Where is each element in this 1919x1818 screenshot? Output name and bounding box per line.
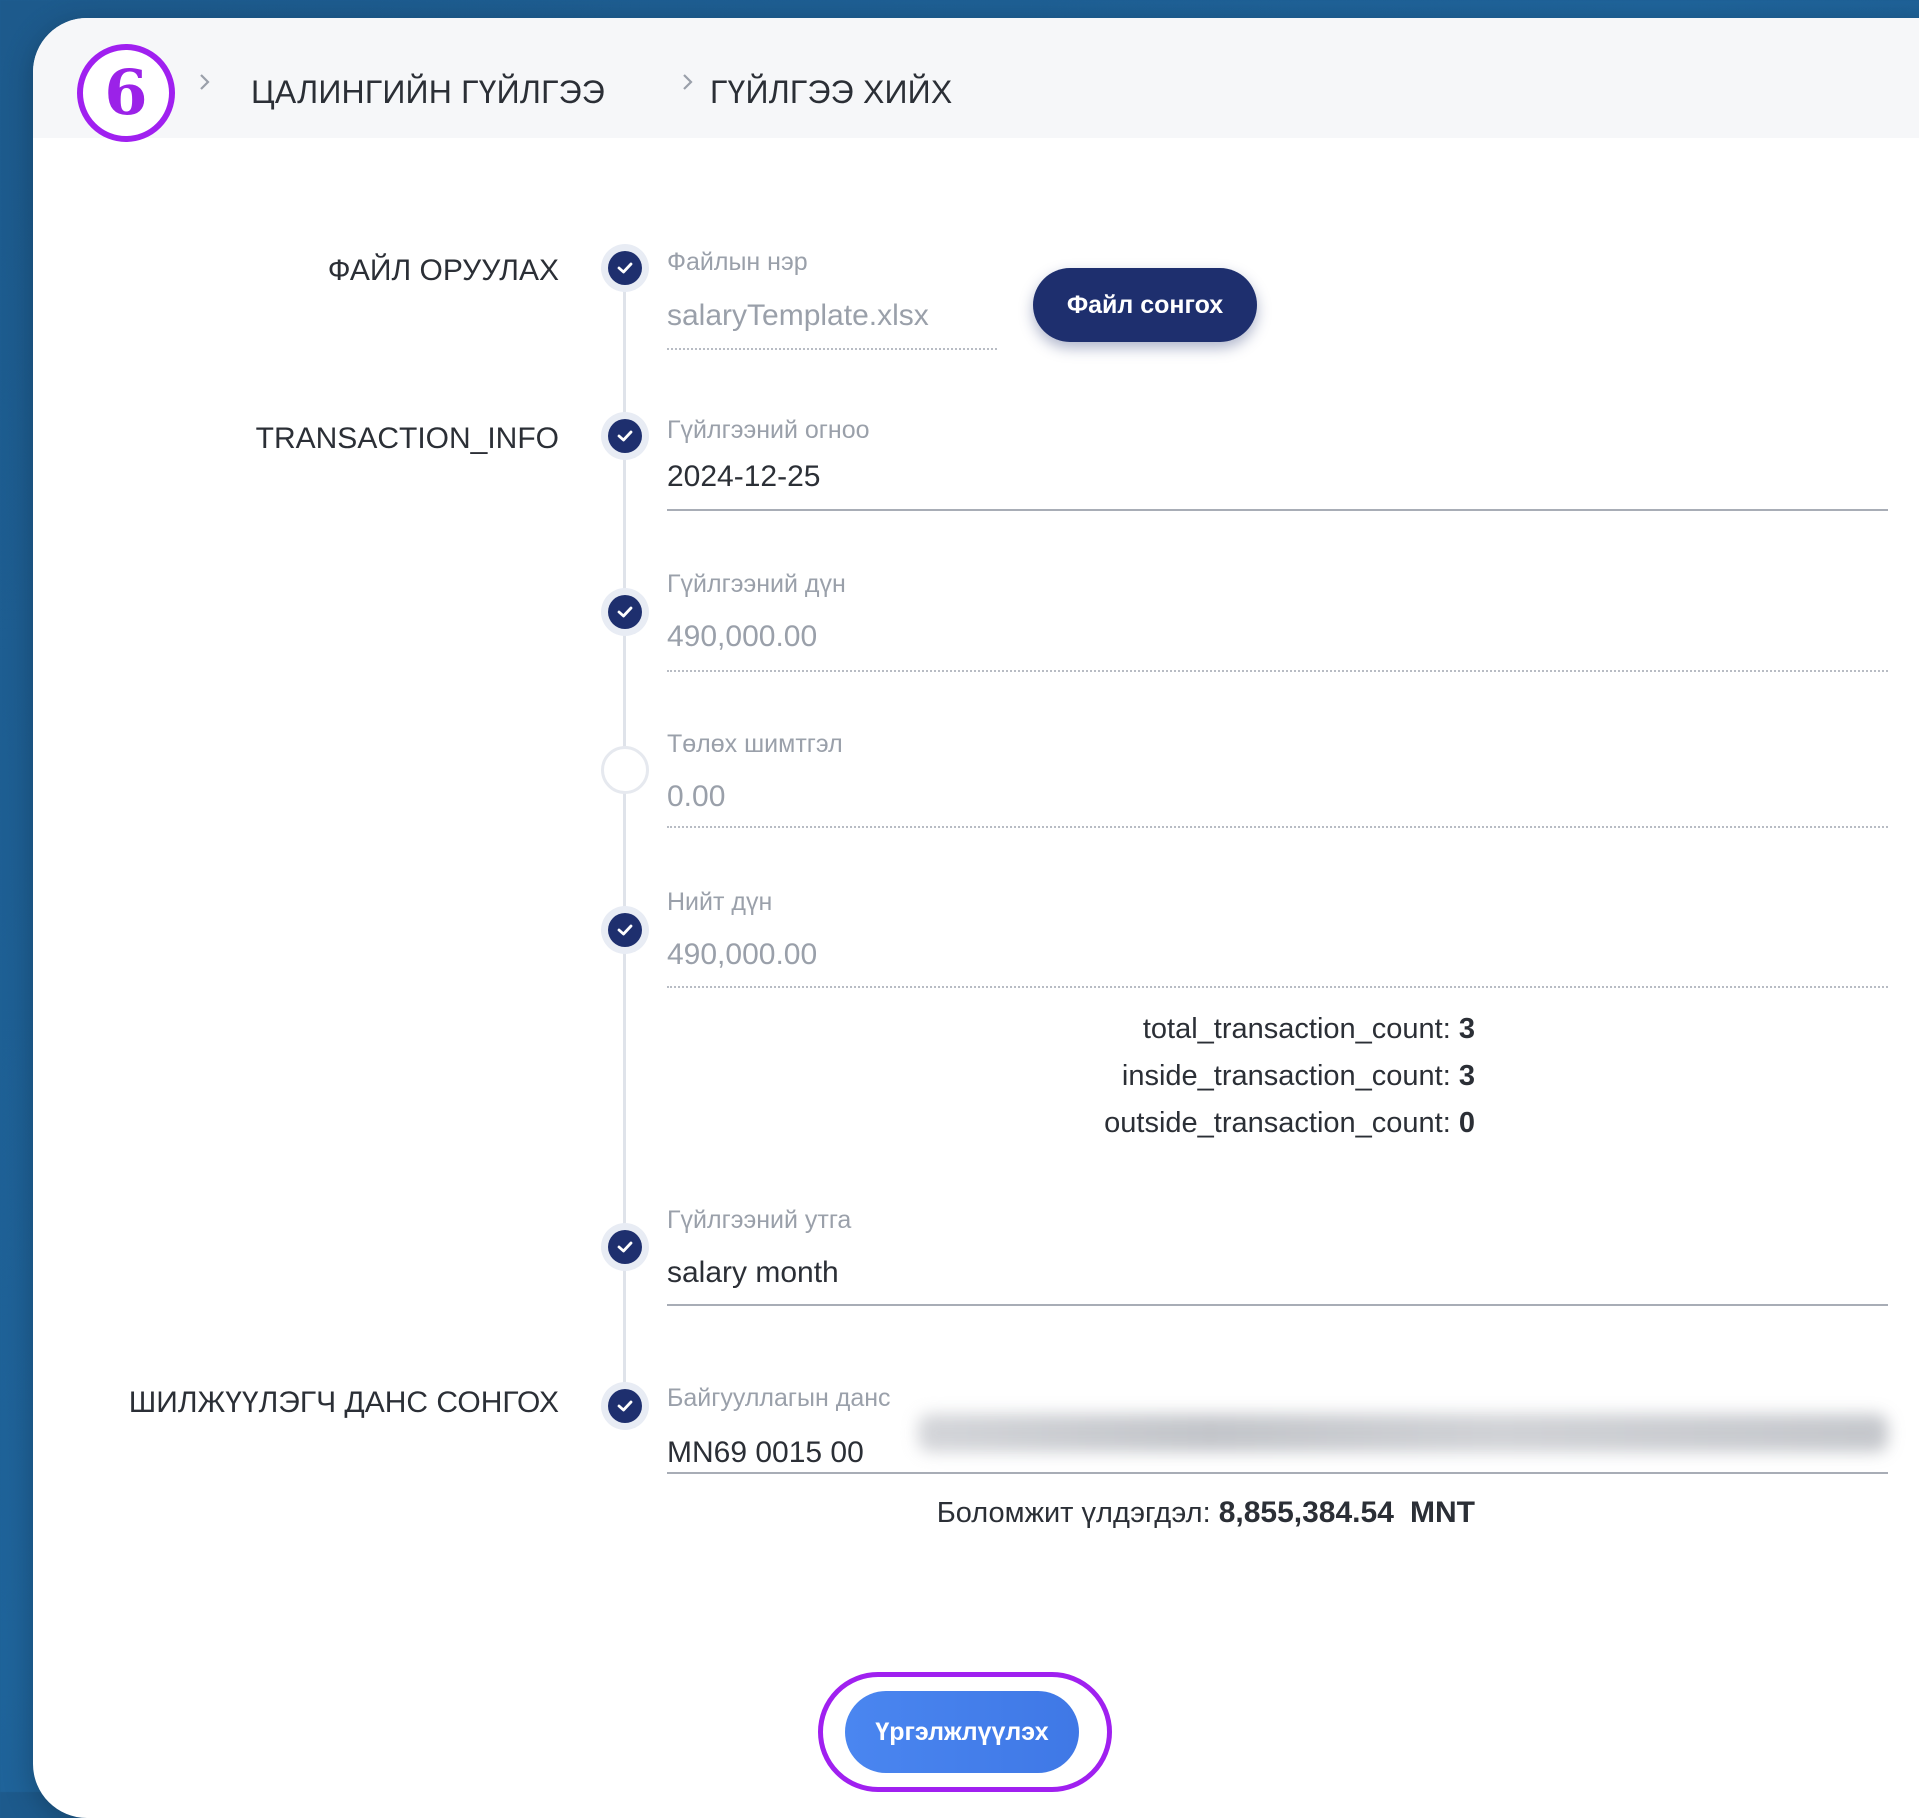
org-account-underline <box>667 1472 1888 1474</box>
continue-button[interactable]: Үргэлжлүүлэх <box>845 1691 1079 1773</box>
balance-currency: MNT <box>1410 1496 1475 1529</box>
available-balance: Боломжит үлдэгдэл: 8,855,384.54 MNT <box>937 1496 1475 1530</box>
check-circle-icon <box>601 412 649 460</box>
org-account-select[interactable]: MN69 0015 00 <box>667 1436 864 1470</box>
transaction-amount-field: 490,000.00 <box>667 620 818 653</box>
balance-amount: 8,855,384.54 <box>1218 1496 1394 1529</box>
total-count-label: total_transaction_count: <box>1142 1013 1451 1045</box>
fee-label: Төлөх шимтгэл <box>667 730 843 758</box>
total-amount-underline <box>667 986 1888 988</box>
outside-count-label: outside_transaction_count: <box>1104 1107 1451 1139</box>
transaction-date-field[interactable]: 2024-12-25 <box>667 460 820 494</box>
choose-file-button[interactable]: Файл сонгох <box>1033 268 1257 342</box>
total-transaction-count: total_transaction_count: 3 <box>1143 1013 1475 1046</box>
file-name-field: salaryTemplate.xlsx <box>667 299 929 332</box>
outside-transaction-count: outside_transaction_count: 0 <box>1104 1107 1475 1140</box>
inside-transaction-count: inside_transaction_count: 3 <box>1122 1060 1475 1093</box>
check-circle-icon <box>601 244 649 292</box>
description-label: Гүйлгээний утга <box>667 1206 852 1234</box>
chevron-right-icon <box>679 73 697 91</box>
check-circle-icon <box>601 1382 649 1430</box>
step-number: 6 <box>104 56 148 129</box>
transaction-date-label: Гүйлгээний огноо <box>667 416 870 444</box>
section-label-transaction-info: TRANSACTION_INFO <box>255 422 559 455</box>
description-field[interactable]: salary month <box>667 1256 839 1290</box>
fee-field: 0.00 <box>667 780 726 813</box>
account-name-redacted <box>918 1414 1888 1452</box>
total-count-value: 3 <box>1458 1013 1475 1045</box>
inside-count-label: inside_transaction_count: <box>1121 1060 1451 1092</box>
total-amount-label: Нийт дүн <box>667 888 773 916</box>
section-label-source-account: ШИЛЖҮҮЛЭГЧ ДАНС СОНГОХ <box>128 1386 559 1419</box>
fee-underline <box>667 826 1888 828</box>
file-name-label: Файлын нэр <box>667 248 808 276</box>
section-label-file-upload: ФАЙЛ ОРУУЛАХ <box>327 254 559 287</box>
outside-count-value: 0 <box>1458 1107 1475 1139</box>
empty-circle-icon <box>601 746 649 794</box>
transaction-amount-label: Гүйлгээний дүн <box>667 570 846 598</box>
file-name-underline <box>667 348 997 350</box>
check-circle-icon <box>601 588 649 636</box>
breadcrumb-item-make-transaction: ГҮЙЛГЭЭ ХИЙХ <box>710 74 953 110</box>
transaction-amount-underline <box>667 670 1888 672</box>
balance-label: Боломжит үлдэгдэл: <box>936 1497 1211 1529</box>
description-underline <box>667 1304 1888 1306</box>
check-circle-icon <box>601 906 649 954</box>
inside-count-value: 3 <box>1458 1060 1475 1092</box>
breadcrumb-item-salary[interactable]: ЦАЛИНГИЙН ГҮЙЛГЭЭ <box>251 74 605 111</box>
total-amount-field: 490,000.00 <box>667 938 818 971</box>
org-account-label: Байгууллагын данс <box>667 1384 891 1412</box>
chevron-right-icon <box>196 73 214 91</box>
breadcrumb: 6 ЦАЛИНГИЙН ГҮЙЛГЭЭ ГҮЙЛГЭЭ ХИЙХ <box>33 18 1919 142</box>
step-number-badge: 6 <box>77 44 175 142</box>
main-card: 6 ЦАЛИНГИЙН ГҮЙЛГЭЭ ГҮЙЛГЭЭ ХИЙХ ФАЙЛ ОР… <box>33 18 1919 1818</box>
transaction-date-underline <box>667 509 1888 511</box>
check-circle-icon <box>601 1223 649 1271</box>
